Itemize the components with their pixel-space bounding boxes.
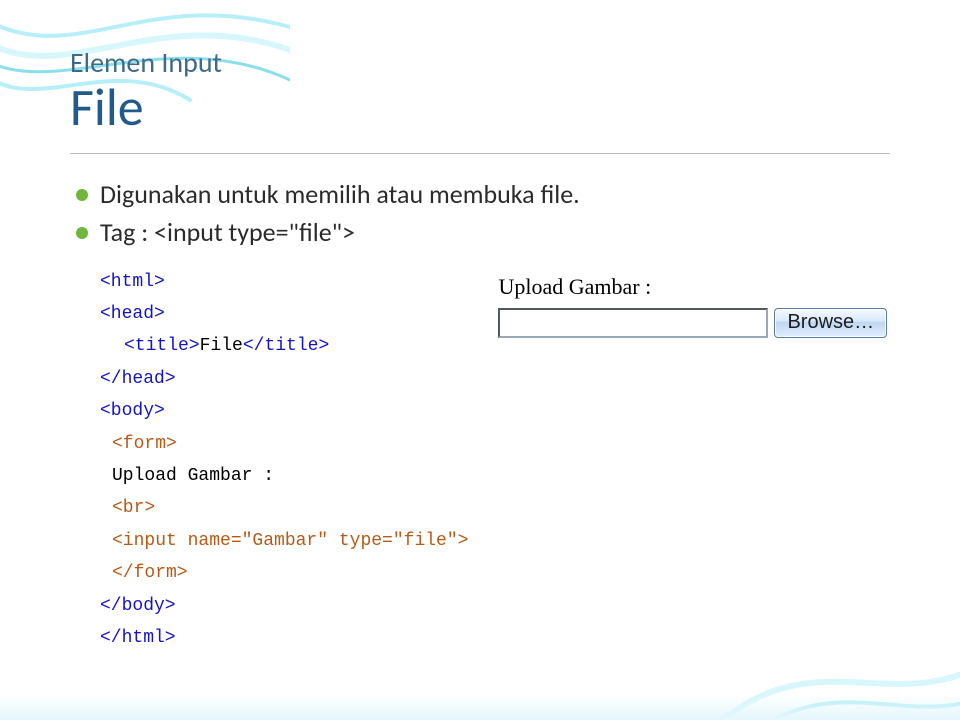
code-line: </body>	[100, 590, 468, 622]
file-widget: Browse…	[498, 308, 890, 338]
heading-rule	[70, 153, 890, 154]
code-line: </html>	[100, 622, 468, 654]
bullet-item: Digunakan untuk memilih atau membuka fil…	[70, 178, 890, 210]
heading-eyebrow: Elemen Input	[70, 45, 890, 80]
bullet-list: Digunakan untuk memilih atau membuka fil…	[70, 178, 890, 248]
code-line: </head>	[100, 363, 468, 395]
code-line: <br>	[100, 492, 468, 524]
code-line: <body>	[100, 395, 468, 427]
code-line: <title>File</title>	[100, 330, 468, 362]
bullet-item: Tag : <input type="file">	[70, 216, 890, 248]
render-preview: Upload Gambar : Browse…	[468, 266, 890, 338]
file-path-input[interactable]	[498, 308, 768, 338]
preview-label: Upload Gambar :	[498, 274, 890, 300]
browse-button[interactable]: Browse…	[774, 308, 887, 338]
footer-accent	[0, 694, 960, 720]
code-line: <form>	[100, 428, 468, 460]
code-line: <input name="Gambar" type="file">	[100, 525, 468, 557]
code-line: Upload Gambar :	[100, 460, 468, 492]
code-line: <html>	[100, 266, 468, 298]
code-line: </form>	[100, 557, 468, 589]
heading-title: File	[70, 80, 890, 135]
slide: Elemen Input File Digunakan untuk memili…	[0, 0, 960, 720]
code-line: <head>	[100, 298, 468, 330]
code-block: <html><head><title>File</title></head><b…	[70, 266, 468, 655]
